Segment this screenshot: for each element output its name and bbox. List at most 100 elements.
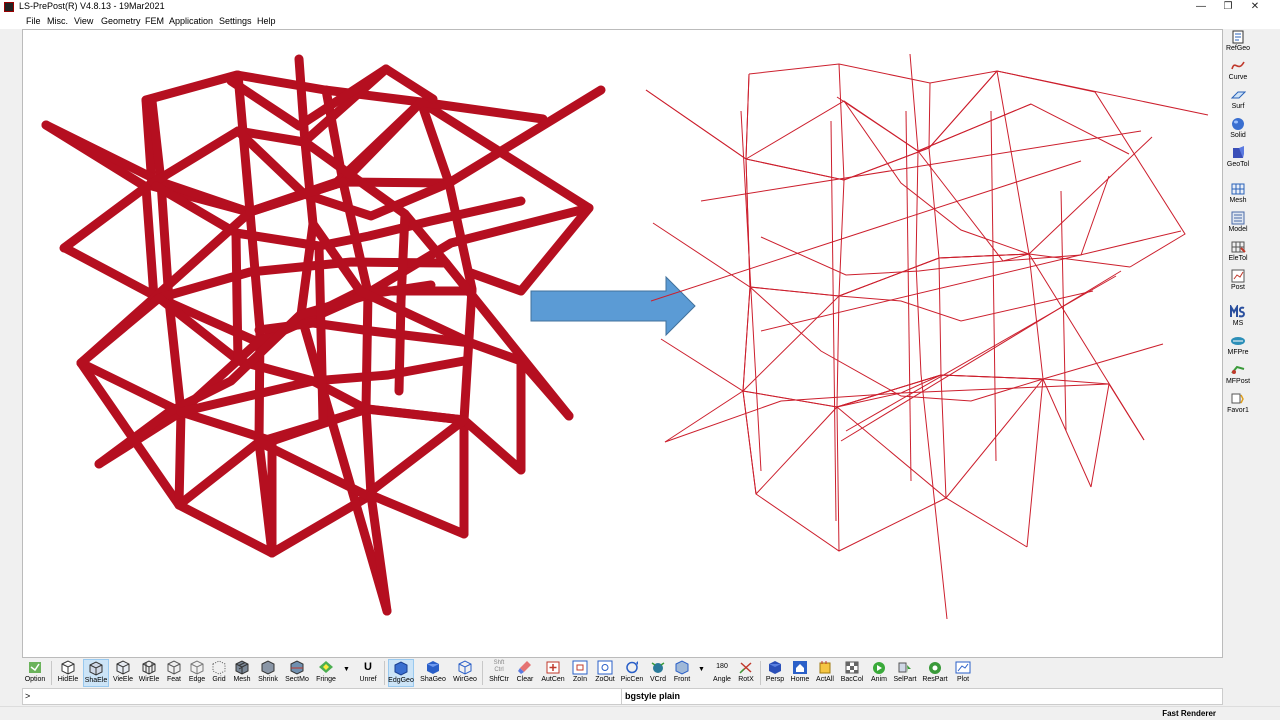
ms-button[interactable]: MS [1223,304,1253,332]
front-view-icon [675,660,689,675]
ms-label: MS [1232,320,1244,327]
title-bar: LS-PrePost(R) V4.8.13 - 19Mar2021 — ❐ ✕ [0,0,1280,14]
post-button[interactable]: Post [1223,268,1253,296]
wireframe-edge [742,253,1145,441]
right-panel-strip [1256,29,1280,657]
wireframe-edge [909,53,948,620]
pick-center-icon [626,661,638,674]
window-title: LS-PrePost(R) V4.8.13 - 19Mar2021 [19,1,165,11]
refgeo-button[interactable]: RefGeo [1223,29,1253,57]
fringe-icon [319,661,333,673]
solid-button[interactable]: Solid [1223,116,1253,144]
plot-label: Plot [956,676,970,683]
respart-button[interactable]: ResPart [922,659,948,687]
grid-icon [212,660,226,675]
wireframe-edge [836,383,1110,408]
edge-icon [190,660,204,675]
model-label: Model [1228,226,1248,233]
minimize-button[interactable]: — [1187,0,1215,14]
front-button[interactable]: Front [669,659,695,687]
lattice-scene [41,53,1209,620]
wireframe-edge [990,110,997,462]
maximize-button[interactable]: ❐ [1214,0,1242,14]
wirgeo-button[interactable]: WirGeo [452,659,478,687]
hidele-button[interactable]: HidEle [55,659,81,687]
menu-misc[interactable]: Misc. [47,16,68,26]
favor1-button[interactable]: Favor1 [1223,391,1253,419]
menu-settings[interactable]: Settings [219,16,252,26]
shrink-button[interactable]: Shrink [255,659,281,687]
mfpost-label: MFPost [1225,378,1251,385]
zoom-out-icon [597,660,613,675]
clear-button[interactable]: Clear [512,659,538,687]
select-part-icon [898,662,911,673]
geotol-button[interactable]: GeoTol [1223,145,1253,173]
mesh-label: Mesh [1229,197,1247,204]
view-dropdown-icon[interactable]: ▼ [698,666,705,673]
option-button[interactable]: Option [22,659,48,687]
curve-button[interactable]: Curve [1223,58,1253,86]
renderer-status: Fast Renderer [1162,709,1216,718]
background-color-icon [845,661,859,674]
shaded-element-icon [89,661,103,676]
view-coordinate-icon [651,662,665,673]
mfpre-icon [1231,337,1245,345]
wireframe-edge [840,270,1122,442]
lattice-strut [516,356,574,475]
post-label: Post [1230,284,1245,291]
lattice-strut [314,241,328,426]
fringe-dropdown-icon[interactable]: ▼ [343,666,350,673]
ms-icon [1230,305,1245,318]
close-button[interactable]: ✕ [1241,0,1269,14]
shaded-geometry-icon [427,661,439,674]
sectmo-button[interactable]: SectMo [284,659,310,687]
shift-text: Shft [493,660,505,666]
model-button[interactable]: Model [1223,210,1253,238]
menu-geometry[interactable]: Geometry [101,16,141,26]
selpart-button[interactable]: SelPart [892,659,918,687]
animate-icon [873,662,885,674]
reset-part-icon [929,662,941,674]
plot-button[interactable]: Plot [950,659,976,687]
graphics-viewport[interactable] [22,29,1223,658]
auto-center-icon [546,661,560,674]
eletol-label: EleTol [1228,255,1248,262]
lattice-strut [416,97,477,539]
surf-label: Surf [1231,103,1245,110]
geotol-icon [1233,146,1244,158]
refgeo-icon [1232,30,1244,44]
transform-arrow [530,275,696,337]
edggeo-label: EdgGeo [388,677,414,684]
fringe-button[interactable]: Fringe [313,659,339,687]
menu-fem[interactable]: FEM [145,16,164,26]
command-input[interactable]: > [25,691,30,701]
unref-label: Unref [359,676,377,683]
mfpre-button[interactable]: MFPre [1223,333,1253,361]
mesh-view-icon [235,660,249,675]
wireframe-lattice-model [645,53,1209,620]
rotate-x-icon [739,662,752,674]
wireframe-edge [745,70,998,181]
wireframe-edge [996,70,1044,548]
feature-icon [167,660,181,675]
menu-application[interactable]: Application [169,16,213,26]
surf-button[interactable]: Surf [1223,87,1253,115]
shageo-label: ShaGeo [420,676,446,683]
edggeo-button[interactable]: EdgGeo [388,659,414,687]
menu-help[interactable]: Help [257,16,276,26]
menu-file[interactable]: File [26,16,41,26]
shageo-button[interactable]: ShaGeo [420,659,446,687]
menu-view[interactable]: View [74,16,93,26]
activate-all-icon [819,661,831,674]
eletol-button[interactable]: EleTol [1223,239,1253,267]
wireframe-edge [748,63,1186,268]
mfpost-button[interactable]: MFPost [1223,362,1253,390]
lattice-strut [231,228,243,366]
geotol-label: GeoTol [1226,161,1250,168]
wireframe-edge [836,378,1044,499]
mesh-button[interactable]: Mesh [1223,181,1253,209]
rotx-button[interactable]: RotX [733,659,759,687]
refgeo-label: RefGeo [1225,45,1251,52]
unref-button[interactable]: U Unref [355,659,381,687]
option-label: Option [24,676,46,683]
